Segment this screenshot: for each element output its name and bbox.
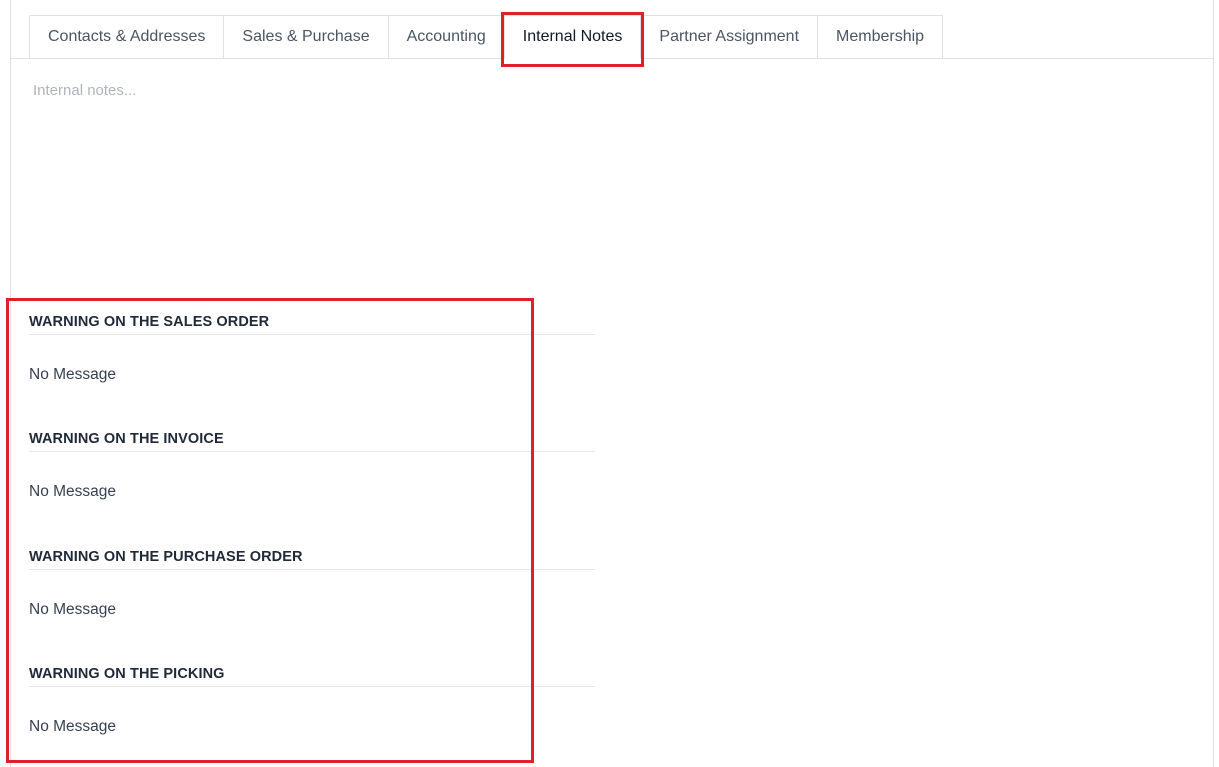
warning-picking: WARNING ON THE PICKING No Message [29,660,595,736]
warning-picking-title: WARNING ON THE PICKING [29,660,595,687]
notebook-tabs: Contacts & Addresses Sales & Purchase Ac… [29,12,944,67]
tab-accounting[interactable]: Accounting [388,15,505,59]
warning-invoice-title: WARNING ON THE INVOICE [29,425,595,452]
tab-contacts-addresses[interactable]: Contacts & Addresses [29,15,225,59]
warning-purchase-order-title: WARNING ON THE PURCHASE ORDER [29,543,595,570]
warning-sales-order-title: WARNING ON THE SALES ORDER [29,308,595,335]
tab-internal-notes[interactable]: Internal Notes [500,12,644,67]
warning-invoice-value[interactable]: No Message [29,483,595,501]
tab-membership[interactable]: Membership [818,15,944,59]
warning-purchase-order: WARNING ON THE PURCHASE ORDER No Message [29,543,595,619]
warning-sales-order: WARNING ON THE SALES ORDER No Message [29,308,595,384]
internal-notes-field[interactable] [33,82,1183,262]
warning-sales-order-value[interactable]: No Message [29,366,595,384]
tab-sales-purchase[interactable]: Sales & Purchase [224,15,389,59]
warning-purchase-order-value[interactable]: No Message [29,601,595,619]
tab-partner-assignment[interactable]: Partner Assignment [641,15,819,59]
warning-invoice: WARNING ON THE INVOICE No Message [29,425,595,501]
warning-picking-value[interactable]: No Message [29,718,595,736]
